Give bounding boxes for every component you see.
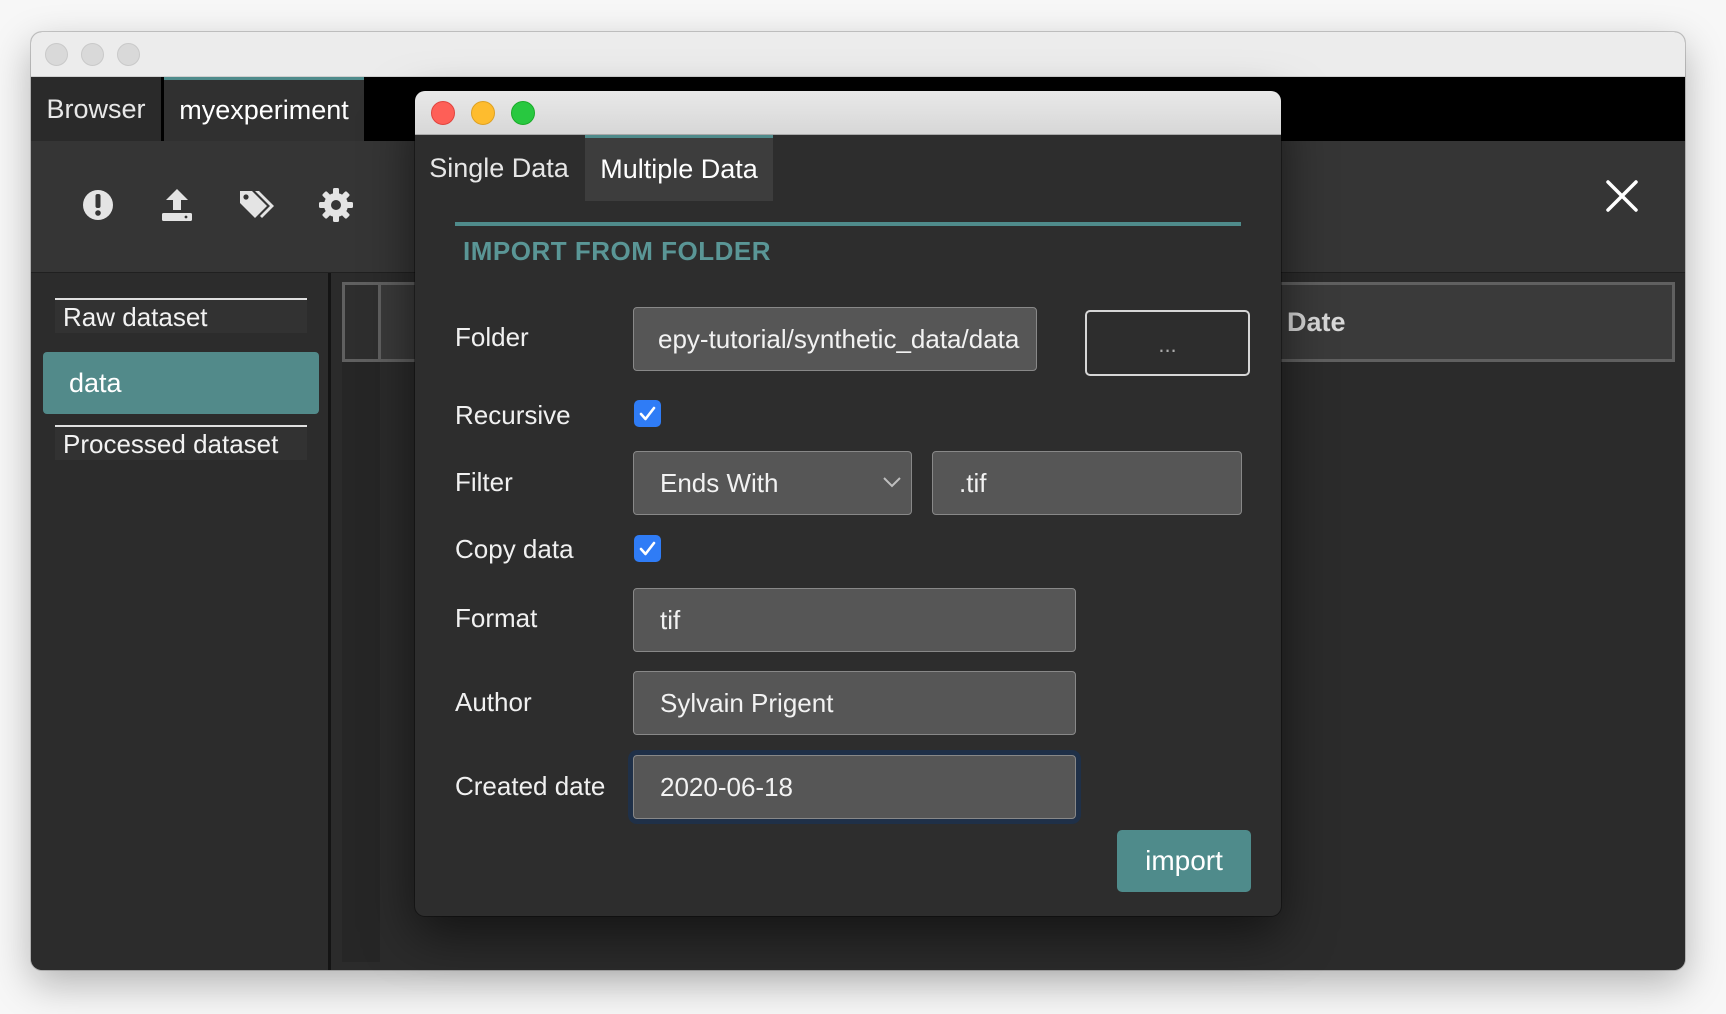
dialog-close-traffic-light[interactable] — [431, 101, 455, 125]
import-dialog: Single Data Multiple Data IMPORT FROM FO… — [415, 91, 1281, 916]
main-maximize-traffic-light[interactable] — [117, 43, 140, 66]
dialog-titlebar — [415, 91, 1281, 135]
recursive-checkbox[interactable] — [634, 400, 661, 427]
sidebar-section-processed-dataset: Processed dataset — [55, 425, 307, 460]
format-field[interactable]: tif — [633, 588, 1076, 652]
upload-icon[interactable] — [155, 183, 199, 227]
filter-mode-select[interactable]: Ends With — [633, 451, 912, 515]
sidebar: Raw dataset data Processed dataset — [31, 273, 331, 970]
main-minimize-traffic-light[interactable] — [81, 43, 104, 66]
tab-myexperiment[interactable]: myexperiment — [164, 77, 364, 141]
author-field[interactable]: Sylvain Prigent — [633, 671, 1076, 735]
folder-label: Folder — [455, 322, 529, 352]
copy-data-label: Copy data — [455, 534, 574, 564]
import-button[interactable]: import — [1117, 830, 1251, 892]
section-title: IMPORT FROM FOLDER — [463, 236, 771, 266]
dialog-minimize-traffic-light[interactable] — [471, 101, 495, 125]
exclamation-circle-icon[interactable] — [76, 183, 120, 227]
browse-folder-button[interactable]: ... — [1085, 310, 1250, 376]
table-header-select-column[interactable] — [345, 285, 381, 359]
sidebar-item-data[interactable]: data — [43, 352, 319, 414]
dialog-maximize-traffic-light[interactable] — [511, 101, 535, 125]
filter-mode-value: Ends With — [660, 468, 779, 498]
section-divider — [455, 222, 1241, 226]
tab-browser[interactable]: Browser — [31, 77, 161, 141]
tab-single-data[interactable]: Single Data — [415, 135, 583, 201]
table-select-column — [342, 362, 380, 962]
filter-label: Filter — [455, 467, 513, 497]
gear-icon[interactable] — [314, 183, 358, 227]
chevron-down-icon — [883, 477, 901, 488]
recursive-label: Recursive — [455, 400, 571, 430]
sidebar-section-raw-dataset: Raw dataset — [55, 298, 307, 333]
table-header-date[interactable]: Date — [1287, 285, 1346, 359]
filter-value-field[interactable]: .tif — [932, 451, 1242, 515]
created-date-field[interactable]: 2020-06-18 — [633, 755, 1076, 819]
copy-data-checkbox[interactable] — [634, 535, 661, 562]
tab-multiple-data[interactable]: Multiple Data — [585, 135, 773, 201]
dialog-tab-bar: Single Data Multiple Data — [415, 135, 1281, 201]
format-label: Format — [455, 603, 538, 633]
created-date-label: Created date — [455, 771, 606, 801]
close-icon[interactable] — [1600, 174, 1644, 218]
author-label: Author — [455, 687, 532, 717]
main-titlebar — [31, 32, 1685, 77]
folder-field[interactable]: epy-tutorial/synthetic_data/data — [633, 307, 1037, 371]
tags-icon[interactable] — [234, 183, 278, 227]
main-close-traffic-light[interactable] — [45, 43, 68, 66]
